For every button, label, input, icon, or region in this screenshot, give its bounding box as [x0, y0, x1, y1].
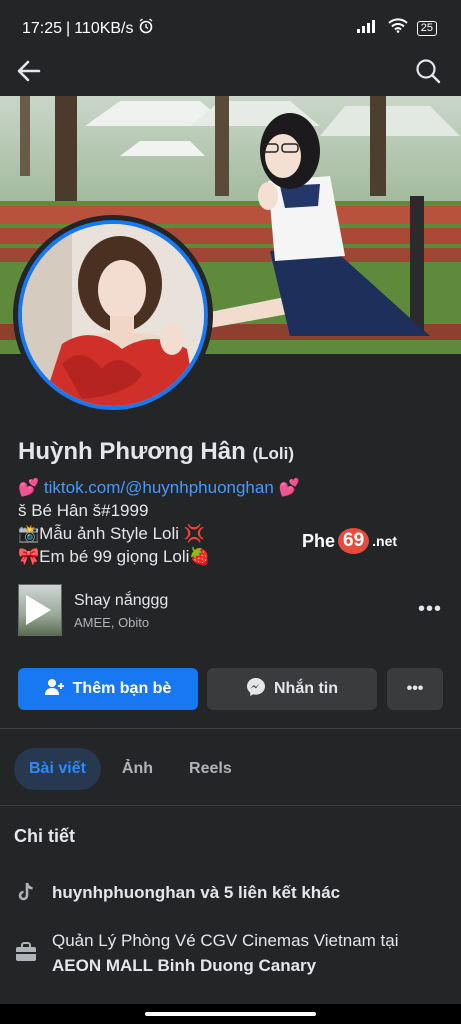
more-actions-button[interactable]: •••	[387, 668, 443, 710]
profile-bio: 💕 tiktok.com/@huynhphuonghan 💕 š Bé Hân …	[18, 476, 300, 568]
bio-line-4: 🎀Em bé 99 giọng Loli🍓	[18, 547, 211, 566]
tiktok-icon	[14, 880, 38, 904]
home-indicator[interactable]	[145, 1012, 316, 1016]
bio-link-line: 💕 tiktok.com/@huynhphuonghan 💕	[18, 478, 300, 497]
home-indicator-bar	[0, 1004, 461, 1024]
nav-bar	[0, 50, 461, 96]
wifi-icon	[388, 18, 408, 38]
detail-tiktok-links[interactable]: huynhphuonghan và 5 liên kết khác	[14, 880, 444, 906]
bio-line-3: 📸Mẫu ảnh Style Loli 💢	[18, 524, 205, 543]
divider	[0, 728, 461, 729]
profile-music[interactable]: Shay nắnggg AMEE, Obito •••	[18, 584, 448, 638]
status-time: 17:25	[22, 19, 63, 37]
details-heading: Chi tiết	[14, 826, 75, 846]
battery-indicator: 25	[416, 20, 437, 36]
signal-icon	[356, 19, 379, 38]
tab-reels[interactable]: Reels	[174, 748, 247, 790]
status-bar: 17:25 | 110KB/s 25	[0, 0, 461, 50]
profile-nickname: (Loli)	[252, 444, 294, 463]
message-button[interactable]: Nhắn tin	[207, 668, 377, 710]
music-title: Shay nắnggg	[74, 592, 169, 609]
network-speed: 110KB/s	[74, 19, 134, 37]
briefcase-icon	[14, 940, 38, 964]
profile-avatar[interactable]	[13, 215, 213, 415]
tab-posts[interactable]: Bài viết	[14, 748, 101, 790]
work-text: Quản Lý Phòng Vé CGV Cinemas Vietnam tại…	[52, 931, 399, 975]
work-place: AEON MALL Binh Duong Canary	[52, 956, 317, 975]
message-label: Nhắn tin	[274, 680, 338, 697]
back-arrow-icon[interactable]	[14, 56, 44, 86]
profile-name: Huỳnh Phương Hân (Loli)	[18, 438, 294, 466]
detail-work[interactable]: Quản Lý Phòng Vé CGV Cinemas Vietnam tại…	[14, 928, 444, 980]
tiktok-links-text: huynhphuonghan và 5 liên kết khác	[52, 883, 341, 902]
profile-actions: Thêm bạn bè Nhắn tin •••	[18, 668, 443, 710]
divider	[0, 805, 461, 806]
alarm-icon	[138, 18, 154, 39]
profile-tabs: Bài viết Ảnh Reels	[14, 748, 247, 790]
watermark-logo: Phe 69 .net	[302, 528, 397, 554]
add-friend-button[interactable]: Thêm bạn bè	[18, 668, 198, 710]
tiktok-link[interactable]: tiktok.com/@huynhphuonghan	[44, 478, 274, 497]
profile-full-name: Huỳnh Phương Hân	[18, 438, 246, 465]
add-friend-label: Thêm bạn bè	[72, 680, 172, 697]
music-thumbnail	[18, 584, 62, 636]
search-icon[interactable]	[413, 56, 443, 86]
bio-line-2: š Bé Hân š#1999	[18, 501, 149, 520]
music-artist: AMEE, Obito	[74, 615, 150, 630]
avatar-image	[18, 220, 208, 410]
add-person-icon	[44, 678, 65, 701]
music-more-button[interactable]: •••	[418, 598, 442, 621]
messenger-icon	[246, 677, 266, 702]
tab-photos[interactable]: Ảnh	[107, 748, 168, 790]
